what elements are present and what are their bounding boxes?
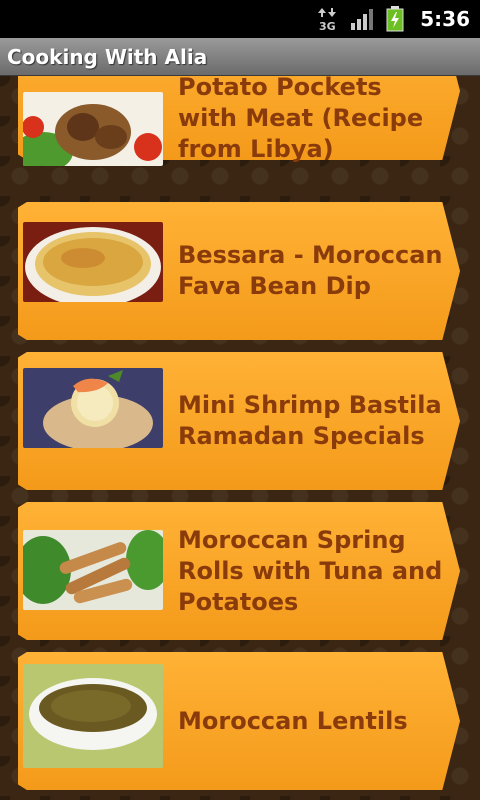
recipe-card-potato-pockets[interactable]: Potato Pockets with Meat (Recipe from Li… bbox=[18, 76, 460, 166]
recipe-card-shrimp-bastila[interactable]: Mini Shrimp Bastila Ramadan Specials bbox=[18, 352, 460, 490]
shrimp-bastila-image bbox=[23, 368, 163, 448]
grilled-meat-plate-image bbox=[23, 92, 163, 166]
recipe-title: Moroccan Spring Rolls with Tuna and Pota… bbox=[178, 525, 443, 616]
recipe-list[interactable]: Potato Pockets with Meat (Recipe from Li… bbox=[0, 76, 480, 800]
app-title-bar: Cooking With Alia bbox=[0, 38, 480, 76]
signal-bars-icon bbox=[350, 7, 376, 31]
spring-rolls-image bbox=[23, 530, 163, 610]
status-clock: 5:36 bbox=[420, 7, 470, 31]
battery-charging-icon bbox=[386, 6, 404, 32]
recipe-card-spring-rolls[interactable]: Moroccan Spring Rolls with Tuna and Pota… bbox=[18, 502, 460, 640]
fava-bean-dip-bowl-image bbox=[23, 222, 163, 302]
recipe-title: Potato Pockets with Meat (Recipe from Li… bbox=[178, 76, 424, 163]
recipe-title: Bessara - Moroccan Fava Bean Dip bbox=[178, 241, 443, 300]
recipe-card-bessara[interactable]: Bessara - Moroccan Fava Bean Dip bbox=[18, 202, 460, 340]
status-bar: 3G 5:36 bbox=[0, 0, 480, 38]
data-arrows-icon: 3G bbox=[318, 6, 340, 32]
network-type-label: 3G bbox=[319, 20, 336, 32]
recipe-card-lentils[interactable]: Moroccan Lentils bbox=[18, 652, 460, 790]
recipe-title: Moroccan Lentils bbox=[178, 706, 408, 735]
lentils-bowl-image bbox=[23, 664, 163, 768]
recipe-title: Mini Shrimp Bastila Ramadan Specials bbox=[178, 391, 442, 450]
app-title: Cooking With Alia bbox=[7, 44, 208, 69]
